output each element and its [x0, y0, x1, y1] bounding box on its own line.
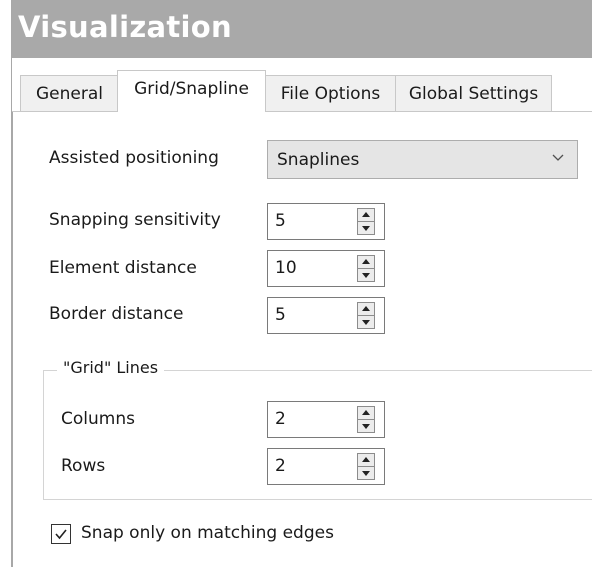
snap-matching-edges-checkbox[interactable] — [51, 524, 71, 544]
tab-strip: General Grid/Snapline File Options Globa… — [12, 58, 592, 112]
tab-general[interactable]: General — [20, 75, 119, 111]
snap-matching-edges-label[interactable]: Snap only on matching edges — [81, 523, 334, 543]
arrow-up-icon[interactable] — [358, 209, 374, 222]
arrow-down-icon[interactable] — [358, 222, 374, 234]
rows-label: Rows — [61, 456, 106, 476]
arrow-down-icon[interactable] — [358, 316, 374, 328]
window-titlebar: Visualization — [12, 0, 592, 58]
rows-spinner[interactable]: 2 — [267, 448, 385, 485]
checkmark-icon — [55, 529, 67, 540]
border-distance-value: 5 — [275, 305, 286, 325]
snapping-sensitivity-label: Snapping sensitivity — [49, 210, 221, 230]
arrow-up-icon[interactable] — [358, 454, 374, 467]
chevron-down-icon — [552, 154, 564, 161]
arrow-up-icon[interactable] — [358, 303, 374, 316]
element-distance-label: Element distance — [49, 258, 197, 278]
rows-spin-buttons — [357, 453, 375, 480]
window-title: Visualization — [18, 10, 232, 44]
assisted-positioning-value: Snaplines — [277, 150, 360, 170]
element-distance-spinner[interactable]: 10 — [267, 250, 385, 287]
snapping-sensitivity-spinner[interactable]: 5 — [267, 203, 385, 240]
arrow-down-icon[interactable] — [358, 420, 374, 432]
element-distance-spin-buttons — [357, 255, 375, 282]
border-distance-spinner[interactable]: 5 — [267, 297, 385, 334]
snapping-sensitivity-value: 5 — [275, 211, 286, 231]
columns-label: Columns — [61, 409, 135, 429]
columns-spinner[interactable]: 2 — [267, 401, 385, 438]
arrow-down-icon[interactable] — [358, 269, 374, 281]
assisted-positioning-label: Assisted positioning — [49, 148, 219, 168]
border-distance-label: Border distance — [49, 304, 184, 324]
tab-global-settings[interactable]: Global Settings — [395, 75, 552, 111]
snapping-sensitivity-spin-buttons — [357, 208, 375, 235]
arrow-up-icon[interactable] — [358, 407, 374, 420]
grid-lines-legend: "Grid" Lines — [57, 358, 165, 377]
columns-spin-buttons — [357, 406, 375, 433]
assisted-positioning-dropdown[interactable]: Snaplines — [267, 140, 578, 179]
element-distance-value: 10 — [275, 258, 297, 278]
arrow-up-icon[interactable] — [358, 256, 374, 269]
tab-file-options[interactable]: File Options — [264, 75, 397, 111]
columns-value: 2 — [275, 409, 286, 429]
border-distance-spin-buttons — [357, 302, 375, 329]
tab-grid-snapline[interactable]: Grid/Snapline — [117, 70, 266, 112]
rows-value: 2 — [275, 456, 286, 476]
arrow-down-icon[interactable] — [358, 467, 374, 479]
